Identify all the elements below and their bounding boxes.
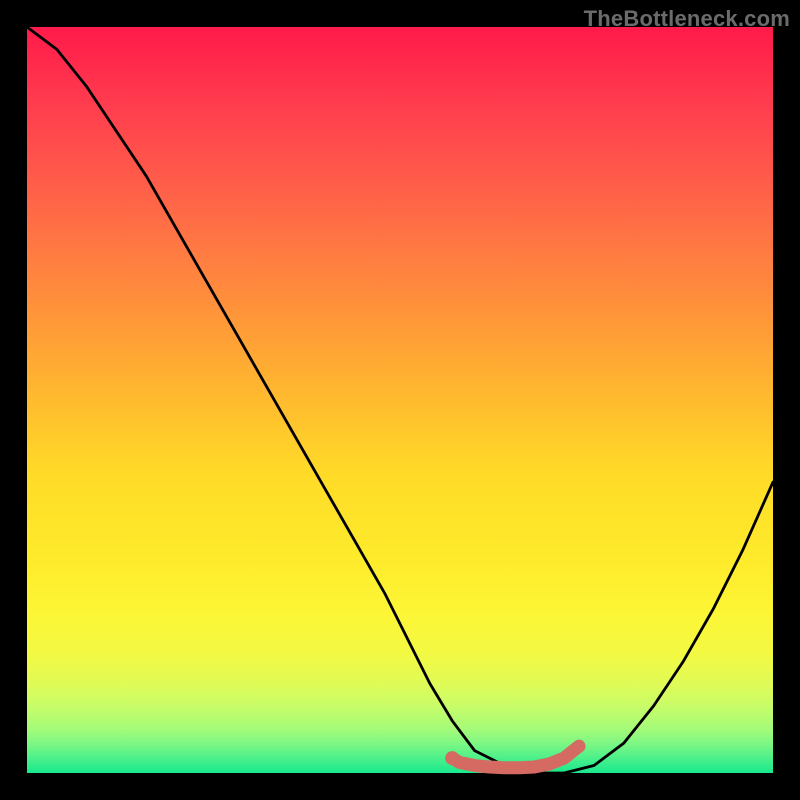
chart-container: TheBottleneck.com bbox=[0, 0, 800, 800]
optimal-marker bbox=[452, 746, 579, 768]
watermark: TheBottleneck.com bbox=[584, 6, 790, 32]
chart-svg bbox=[27, 27, 773, 773]
bottleneck-curve bbox=[27, 27, 773, 773]
optimal-marker-dot bbox=[445, 751, 459, 765]
plot-area bbox=[27, 27, 773, 773]
